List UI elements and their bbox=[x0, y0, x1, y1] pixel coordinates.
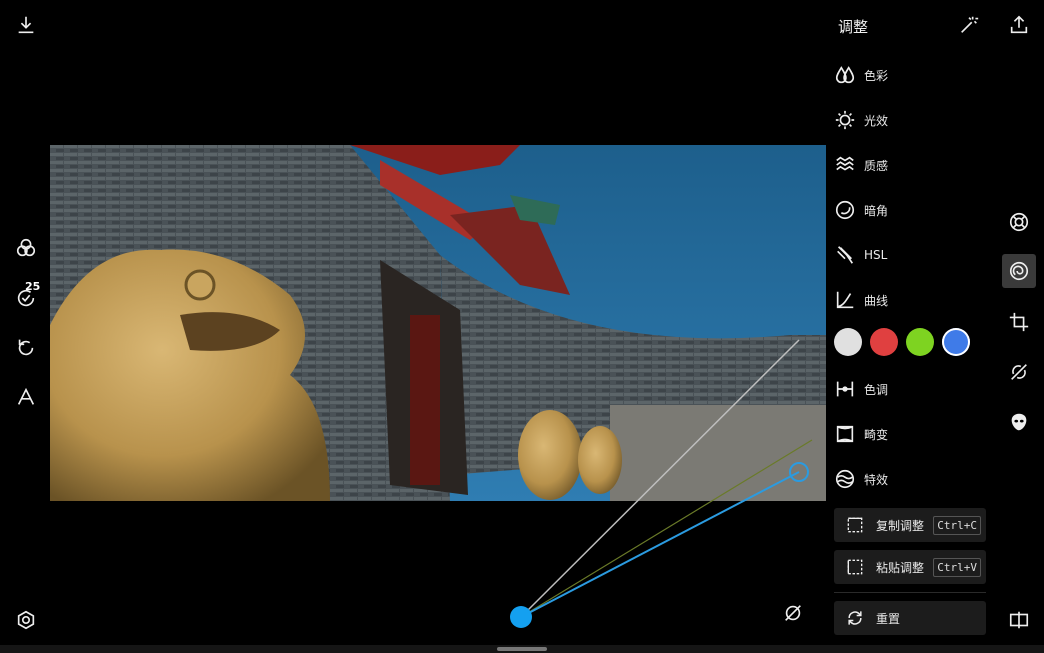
reset-icon bbox=[843, 606, 867, 630]
magic-wand-icon[interactable] bbox=[955, 11, 983, 39]
panel-title: 调整 bbox=[838, 18, 869, 36]
vignette-icon bbox=[832, 197, 858, 223]
menu-item-light[interactable]: 光效 bbox=[832, 104, 982, 136]
menu-item-vignette[interactable]: 暗角 bbox=[832, 194, 982, 226]
menu-item-distortion[interactable]: 畸变 bbox=[832, 418, 982, 450]
channel-swatch-blue[interactable] bbox=[942, 328, 970, 356]
distortion-icon bbox=[832, 421, 858, 447]
undo-icon[interactable] bbox=[12, 333, 40, 361]
menu-item-hsl[interactable]: HSL bbox=[832, 239, 982, 271]
history-icon[interactable]: 25 bbox=[12, 280, 40, 312]
light-sun-icon bbox=[832, 107, 858, 133]
split-view-icon[interactable] bbox=[1005, 606, 1033, 634]
menu-item-tone[interactable]: 色调 bbox=[832, 373, 982, 405]
channel-swatch-green[interactable] bbox=[906, 328, 934, 356]
paste-adjustments-button[interactable]: 粘贴调整 Ctrl+V bbox=[834, 550, 986, 584]
menu-item-effects[interactable]: 特效 bbox=[832, 463, 982, 495]
texture-waves-icon bbox=[832, 152, 858, 178]
history-badge: 25 bbox=[25, 280, 41, 293]
divider bbox=[834, 592, 986, 593]
menu-item-color[interactable]: 色彩 bbox=[832, 59, 982, 91]
compare-off-icon[interactable] bbox=[779, 599, 807, 627]
heal-off-icon[interactable] bbox=[1005, 358, 1033, 386]
hsl-icon bbox=[832, 242, 858, 268]
curve-icon bbox=[832, 287, 858, 313]
reset-button[interactable]: 重置 bbox=[834, 601, 986, 635]
settings-icon[interactable] bbox=[12, 606, 40, 634]
photo-canvas[interactable] bbox=[50, 145, 826, 501]
mask-face-icon[interactable] bbox=[1005, 408, 1033, 436]
copy-shortcut: Ctrl+C bbox=[933, 515, 981, 535]
color-drop-icon bbox=[832, 62, 858, 88]
photo-image bbox=[50, 145, 826, 501]
tone-icon bbox=[832, 376, 858, 402]
menu-item-texture[interactable]: 质感 bbox=[832, 149, 982, 181]
channel-swatch-white[interactable] bbox=[834, 328, 862, 356]
copy-icon bbox=[843, 513, 867, 537]
text-icon[interactable] bbox=[12, 383, 40, 411]
menu-item-curve[interactable]: 曲线 bbox=[832, 284, 982, 316]
crop-icon[interactable] bbox=[1005, 308, 1033, 336]
paste-icon bbox=[843, 555, 867, 579]
channel-swatch-red[interactable] bbox=[870, 328, 898, 356]
filters-icon[interactable] bbox=[12, 234, 40, 262]
paste-shortcut: Ctrl+V bbox=[933, 557, 981, 577]
download-icon[interactable] bbox=[12, 11, 40, 39]
adjust-tool-icon[interactable] bbox=[1002, 254, 1036, 288]
home-indicator[interactable] bbox=[497, 647, 547, 651]
curve-handle-start[interactable] bbox=[510, 606, 532, 628]
effects-icon bbox=[832, 466, 858, 492]
lifebuoy-icon[interactable] bbox=[1005, 208, 1033, 236]
copy-adjustments-button[interactable]: 复制调整 Ctrl+C bbox=[834, 508, 986, 542]
share-icon[interactable] bbox=[1005, 11, 1033, 39]
